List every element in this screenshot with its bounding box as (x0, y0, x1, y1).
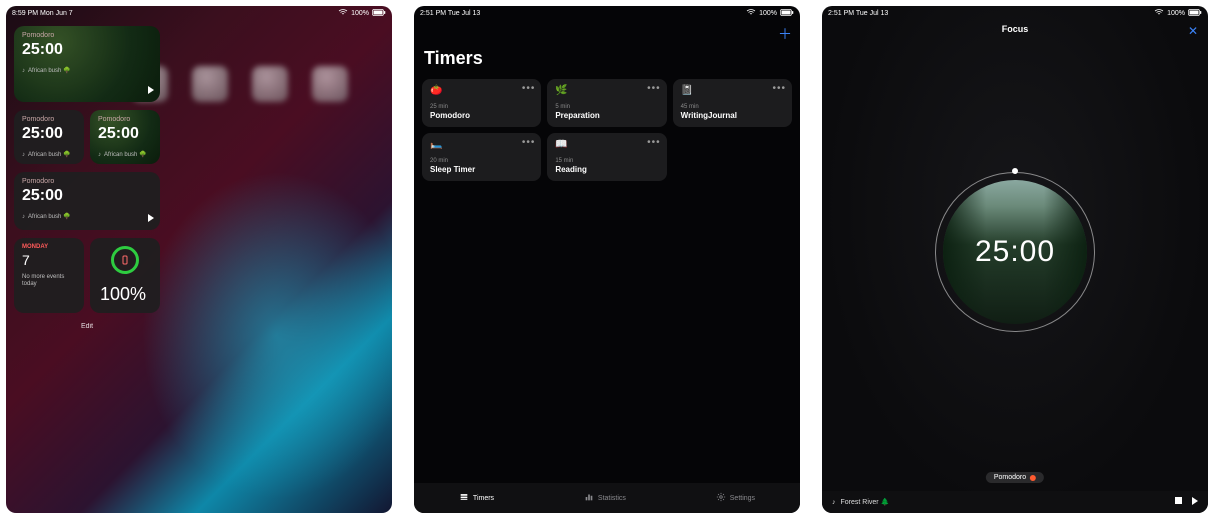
status-battery-pct: 100% (351, 10, 369, 17)
status-battery-pct: 100% (1167, 10, 1185, 17)
more-icon[interactable]: ••• (647, 83, 661, 94)
status-battery-pct: 100% (759, 10, 777, 17)
stats-icon (584, 492, 594, 504)
timer-name: WritingJournal (681, 111, 784, 120)
status-time: 8:59 PM Mon Jun 7 (12, 10, 73, 17)
battery-icon (372, 9, 386, 18)
timer-card-writingjournal[interactable]: 📓 ••• 45 min WritingJournal (673, 79, 792, 127)
timer-emoji: 🛏️ (430, 139, 442, 150)
pomodoro-widget-small-forest[interactable]: Pomodoro 25:00 ♪ African bush 🌳 (90, 110, 160, 164)
add-timer-button[interactable]: ＋ (778, 24, 792, 44)
wifi-icon (1154, 9, 1164, 18)
tab-settings[interactable]: Settings (716, 492, 755, 504)
play-button[interactable] (1192, 497, 1198, 507)
more-icon[interactable]: ••• (772, 83, 786, 94)
widget-track: ♪ African bush 🌳 (22, 151, 76, 158)
pill-label: Pomodoro (994, 474, 1026, 481)
calendar-day-label: MONDAY (22, 244, 76, 250)
tomato-dot-icon (1030, 475, 1036, 481)
tab-statistics[interactable]: Statistics (584, 492, 626, 504)
play-icon[interactable] (148, 86, 154, 96)
widget-track: ♪ African bush 🌳 (98, 151, 152, 158)
widget-label: Pomodoro (22, 178, 152, 185)
wifi-icon (338, 9, 348, 18)
battery-percent: 100% (100, 284, 146, 305)
more-icon[interactable]: ••• (522, 83, 536, 94)
widget-label: Pomodoro (98, 116, 152, 123)
status-time: 2:51 PM Tue Jul 13 (420, 10, 480, 17)
timer-emoji: 🍅 (430, 85, 442, 96)
widget-time: 25:00 (22, 125, 76, 143)
battery-widget[interactable]: 100% (90, 238, 160, 313)
timers-screen: 2:51 PM Tue Jul 13 100% ＋ Timers 🍅 ••• 2… (414, 6, 800, 513)
tab-timers[interactable]: Timers (459, 492, 494, 504)
pomodoro-widget-medium[interactable]: Pomodoro 25:00 ♪ African bush 🌳 (14, 172, 160, 230)
focus-timer-pill[interactable]: Pomodoro (986, 472, 1044, 483)
status-bar: 8:59 PM Mon Jun 7 100% (6, 6, 392, 20)
widget-time: 25:00 (22, 41, 152, 59)
tab-bar: Timers Statistics Settings (414, 483, 800, 513)
timer-duration: 45 min (681, 104, 784, 110)
gear-icon (716, 492, 726, 504)
timer-duration: 25 min (430, 104, 533, 110)
focus-dial[interactable]: 25:00 (935, 172, 1095, 332)
timer-duration: 20 min (430, 158, 533, 164)
battery-icon (780, 9, 794, 18)
timer-card-pomodoro[interactable]: 🍅 ••• 25 min Pomodoro (422, 79, 541, 127)
home-screen: 8:59 PM Mon Jun 7 100% Pomodoro 25:00 ♪ … (6, 6, 392, 513)
timer-list-icon (459, 492, 469, 504)
timer-card-sleep[interactable]: 🛏️ ••• 20 min Sleep Timer (422, 133, 541, 181)
timer-name: Pomodoro (430, 111, 533, 120)
sound-icon: ♪ (832, 499, 836, 506)
widgets-column: Pomodoro 25:00 ♪ African bush 🌳 Pomodoro… (6, 20, 168, 336)
calendar-widget[interactable]: MONDAY 7 No more events today (14, 238, 84, 313)
wifi-icon (746, 9, 756, 18)
calendar-noevents: No more events today (22, 274, 76, 288)
timer-emoji: 🌿 (555, 85, 567, 96)
more-icon[interactable]: ••• (522, 137, 536, 148)
timer-emoji: 📖 (555, 139, 567, 150)
timer-duration: 5 min (555, 104, 658, 110)
pomodoro-widget-large[interactable]: Pomodoro 25:00 ♪ African bush 🌳 (14, 26, 160, 102)
widget-label: Pomodoro (22, 32, 152, 39)
calendar-date: 7 (22, 252, 76, 268)
widget-time: 25:00 (22, 187, 152, 205)
widget-track: ♪ African bush 🌳 (22, 213, 152, 220)
now-playing-bar: ♪ Forest River 🌲 (822, 491, 1208, 513)
timer-name: Reading (555, 165, 658, 174)
timer-cards-grid: 🍅 ••• 25 min Pomodoro 🌿 ••• 5 min Prepar… (414, 79, 800, 181)
timer-duration: 15 min (555, 158, 658, 164)
status-bar: 2:51 PM Tue Jul 13 100% (822, 6, 1208, 20)
more-icon[interactable]: ••• (647, 137, 661, 148)
battery-icon (1188, 9, 1202, 18)
widget-time: 25:00 (98, 125, 152, 143)
pomodoro-widget-small[interactable]: Pomodoro 25:00 ♪ African bush 🌳 (14, 110, 84, 164)
widget-track: ♪ African bush 🌳 (22, 67, 152, 74)
focus-title: Focus (822, 24, 1208, 34)
timer-name: Sleep Timer (430, 165, 533, 174)
track-name: Forest River 🌲 (841, 498, 890, 506)
timer-name: Preparation (555, 111, 658, 120)
timer-card-reading[interactable]: 📖 ••• 15 min Reading (547, 133, 666, 181)
tab-label: Statistics (598, 495, 626, 502)
timer-emoji: 📓 (681, 85, 693, 96)
status-time: 2:51 PM Tue Jul 13 (828, 10, 888, 17)
battery-ring-icon (111, 246, 139, 274)
focus-time: 25:00 (935, 172, 1095, 332)
tab-label: Settings (730, 495, 755, 502)
stop-button[interactable] (1175, 497, 1182, 507)
page-title: Timers (414, 20, 800, 79)
now-playing-track[interactable]: ♪ Forest River 🌲 (832, 498, 889, 506)
widget-label: Pomodoro (22, 116, 76, 123)
tab-label: Timers (473, 495, 494, 502)
timer-card-preparation[interactable]: 🌿 ••• 5 min Preparation (547, 79, 666, 127)
focus-screen: 2:51 PM Tue Jul 13 100% Focus ✕ 25:00 Po… (822, 6, 1208, 513)
close-icon[interactable]: ✕ (1188, 24, 1198, 38)
edit-button[interactable]: Edit (14, 323, 160, 330)
play-icon[interactable] (148, 214, 154, 224)
status-bar: 2:51 PM Tue Jul 13 100% (414, 6, 800, 20)
